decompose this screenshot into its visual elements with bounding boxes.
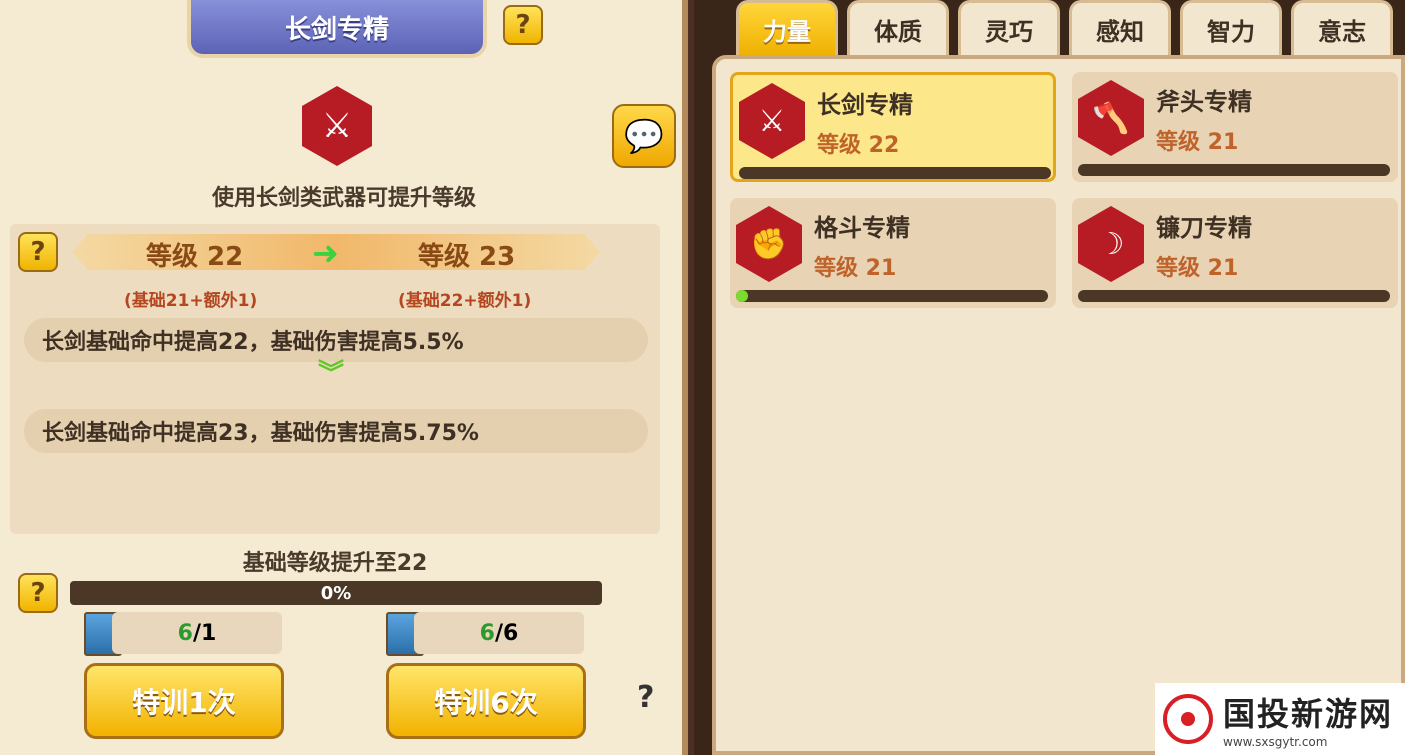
current-breakdown: (基础21+额外1): [124, 291, 258, 311]
arrow-right-icon: ➜: [312, 234, 339, 272]
tab-constitution[interactable]: 体质: [847, 0, 949, 56]
count-1x: 6/1: [112, 612, 282, 654]
help-icon-progress[interactable]: ?: [18, 573, 58, 613]
tab-dexterity[interactable]: 灵巧: [958, 0, 1060, 56]
train-once-button[interactable]: 特训1次: [84, 663, 284, 739]
count-1x-have: 6: [177, 620, 193, 646]
skill-description: 使用长剑类武器可提升等级: [211, 186, 476, 211]
watermark-url: www.sxsgytr.com: [1223, 735, 1328, 749]
skill-card-fist[interactable]: ✊ 格斗专精 等级 21: [730, 198, 1056, 308]
skill-progress-bar: [736, 290, 1048, 302]
chat-icon[interactable]: 💬: [612, 104, 676, 168]
sword-icon: ⚔: [739, 83, 805, 159]
next-breakdown: (基础22+额外1): [398, 291, 532, 311]
skill-progress-bar: [1078, 164, 1390, 176]
train-six-button[interactable]: 特训6次: [386, 663, 586, 739]
tab-intelligence[interactable]: 智力: [1180, 0, 1282, 56]
skill-progress-bar: [1078, 290, 1390, 302]
scythe-icon: ☽: [1078, 206, 1144, 282]
skill-level: 等级 21: [1156, 130, 1239, 155]
next-effect: 长剑基础命中提高23，基础伤害提高5.75%: [24, 409, 648, 453]
sword-icon: ⚔: [302, 86, 372, 166]
count-1x-need: /1: [192, 620, 217, 646]
fist-icon: ✊: [736, 206, 802, 282]
skill-progress-fill: [736, 290, 749, 302]
skill-card-scythe[interactable]: ☽ 镰刀专精 等级 21: [1072, 198, 1398, 308]
skill-name: 斧头专精: [1156, 88, 1252, 116]
skill-name: 格斗专精: [814, 214, 910, 242]
count-6x-have: 6: [479, 620, 495, 646]
count-6x: 6/6: [414, 612, 584, 654]
help-icon-title[interactable]: ?: [503, 5, 543, 45]
watermark-title: 国投新游网: [1223, 695, 1394, 733]
help-icon-level[interactable]: ?: [18, 232, 58, 272]
skill-level: 等级 21: [1156, 256, 1239, 281]
tab-willpower[interactable]: 意志: [1291, 0, 1393, 56]
skill-list-panel: 力量 体质 灵巧 感知 智力 意志 ⚔ 长剑专精 等级 22 🪓 斧头专精 等级…: [694, 0, 1405, 755]
watermark-logo: 国投新游网 www.sxsgytr.com: [1155, 683, 1405, 755]
skill-level: 等级 22: [817, 133, 900, 158]
basic-level-text: 基础等级提升至22: [242, 551, 428, 576]
skill-level: 等级 21: [814, 256, 897, 281]
skill-name: 镰刀专精: [1156, 214, 1252, 242]
count-6x-need: /6: [494, 620, 519, 646]
skill-detail-panel: 长剑专精 ? ⚔ 💬 使用长剑类武器可提升等级 ? 等级 22 ➜ 等级 23 …: [0, 0, 688, 755]
tab-strength[interactable]: 力量: [736, 0, 838, 56]
logo-icon: [1163, 694, 1213, 744]
tab-perception[interactable]: 感知: [1069, 0, 1171, 56]
chevron-down-icon: ︾: [318, 359, 345, 389]
help-question-icon[interactable]: ?: [637, 680, 654, 715]
panel-title: 长剑专精: [187, 0, 487, 58]
current-effect: 长剑基础命中提高22，基础伤害提高5.5%: [24, 318, 648, 362]
next-level: 等级 23: [418, 242, 516, 272]
axe-icon: 🪓: [1078, 80, 1144, 156]
current-level: 等级 22: [146, 242, 244, 272]
skill-progress-bar: [739, 167, 1051, 179]
skill-card-axe[interactable]: 🪓 斧头专精 等级 21: [1072, 72, 1398, 182]
progress-bar: 0%: [70, 581, 602, 605]
skill-name: 长剑专精: [817, 91, 913, 119]
skill-card-longsword[interactable]: ⚔ 长剑专精 等级 22: [730, 72, 1056, 182]
